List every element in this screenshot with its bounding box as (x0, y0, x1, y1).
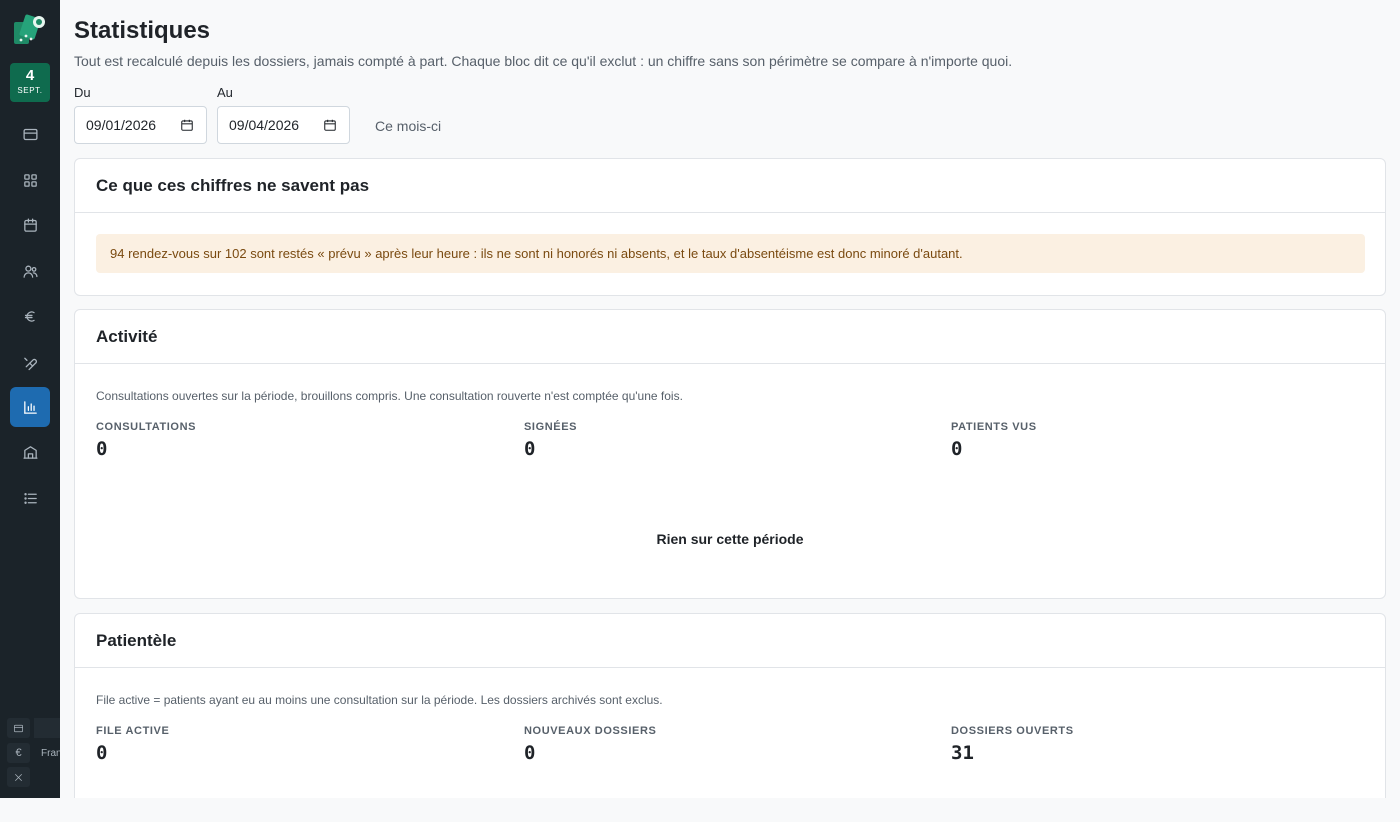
grid-icon (23, 173, 37, 187)
stat-value: 0 (524, 438, 536, 460)
sidebar: 4 SEPT. € Fran (0, 0, 60, 798)
to-date-input[interactable]: 09/04/2026 (217, 106, 350, 144)
stat-value: 31 (951, 742, 974, 764)
nav-item-cabinet[interactable] (10, 432, 50, 472)
page-title: Statistiques (74, 17, 211, 44)
stat-patients-seen: PATIENTS VUS 0 (951, 421, 1037, 460)
language-label[interactable]: Fran (41, 748, 60, 759)
caveat-warning: 94 rendez-vous sur 102 sont restés « pré… (96, 234, 1365, 273)
chart-icon (23, 400, 37, 414)
stat-label: DOSSIERS OUVERTS (951, 725, 1074, 737)
stat-value: 0 (96, 438, 108, 460)
from-date-input[interactable]: 09/01/2026 (74, 106, 207, 144)
caveats-card: Ce que ces chiffres ne savent pas 94 ren… (74, 158, 1386, 296)
close-icon (15, 773, 22, 781)
stat-label: NOUVEAUX DOSSIERS (524, 725, 657, 737)
stat-value: 0 (951, 438, 963, 460)
building-icon (22, 445, 38, 459)
pill-icon (23, 357, 37, 370)
page-subtitle: Tout est recalculé depuis les dossiers, … (74, 53, 1013, 69)
nav-item-billing[interactable] (10, 114, 50, 154)
empty-state: Rien sur cette période (656, 531, 804, 547)
stat-label: PATIENTS VUS (951, 421, 1037, 433)
from-date-value: 09/01/2026 (86, 117, 157, 133)
patients-note: File active = patients ayant eu au moins… (96, 693, 663, 707)
stat-label: FILE ACTIVE (96, 725, 170, 737)
users-icon (22, 265, 38, 278)
main-content: Statistiques Tout est recalculé depuis l… (74, 0, 1386, 798)
stat-signed: SIGNÉES 0 (524, 421, 577, 460)
from-label: Du (74, 85, 91, 100)
nav-item-prescriptions[interactable] (10, 342, 50, 382)
nav-item-list[interactable] (10, 478, 50, 518)
caveats-title: Ce que ces chiffres ne savent pas (75, 159, 1385, 213)
activity-note: Consultations ouvertes sur la période, b… (96, 389, 683, 403)
patients-title: Patientèle (75, 614, 1385, 668)
mini-tab[interactable] (34, 718, 60, 738)
calendar-icon (23, 217, 37, 232)
stat-new-records: NOUVEAUX DOSSIERS 0 (524, 725, 656, 764)
this-month-button[interactable]: Ce mois-ci (375, 118, 441, 134)
stat-consultations: CONSULTATIONS 0 (96, 421, 196, 460)
stat-value: 0 (96, 742, 108, 764)
activity-title: Activité (75, 310, 1385, 364)
card-icon (14, 724, 23, 732)
nav-item-statistics[interactable] (10, 387, 50, 427)
list-icon (23, 492, 37, 504)
euro-icon: € (15, 747, 22, 759)
nav-item-dashboard[interactable] (10, 160, 50, 200)
app-logo-icon[interactable] (13, 13, 47, 47)
mini-close-button[interactable] (7, 767, 30, 787)
stat-label: CONSULTATIONS (96, 421, 197, 433)
mini-card-button[interactable] (7, 718, 30, 738)
patients-card: Patientèle File active = patients ayant … (74, 613, 1386, 798)
stat-open-records: DOSSIERS OUVERTS 31 (951, 725, 1074, 764)
euro-icon (24, 310, 35, 322)
stat-value: 0 (524, 742, 536, 764)
calendar-icon[interactable] (180, 118, 194, 132)
today-month: SEPT. (17, 86, 43, 95)
stat-label: SIGNÉES (524, 421, 578, 433)
to-label: Au (217, 85, 233, 100)
card-icon (22, 128, 38, 140)
calendar-icon[interactable] (323, 118, 337, 132)
today-date-badge[interactable]: 4 SEPT. (10, 63, 50, 102)
to-date-value: 09/04/2026 (229, 117, 300, 133)
mini-currency-button[interactable]: € (7, 743, 30, 763)
activity-card: Activité Consultations ouvertes sur la p… (74, 309, 1386, 599)
today-day: 4 (25, 67, 35, 84)
stat-active-file: FILE ACTIVE 0 (96, 725, 169, 764)
nav-item-agenda[interactable] (10, 205, 50, 245)
nav-item-patients[interactable] (10, 251, 50, 291)
nav-item-finances[interactable] (10, 296, 50, 336)
